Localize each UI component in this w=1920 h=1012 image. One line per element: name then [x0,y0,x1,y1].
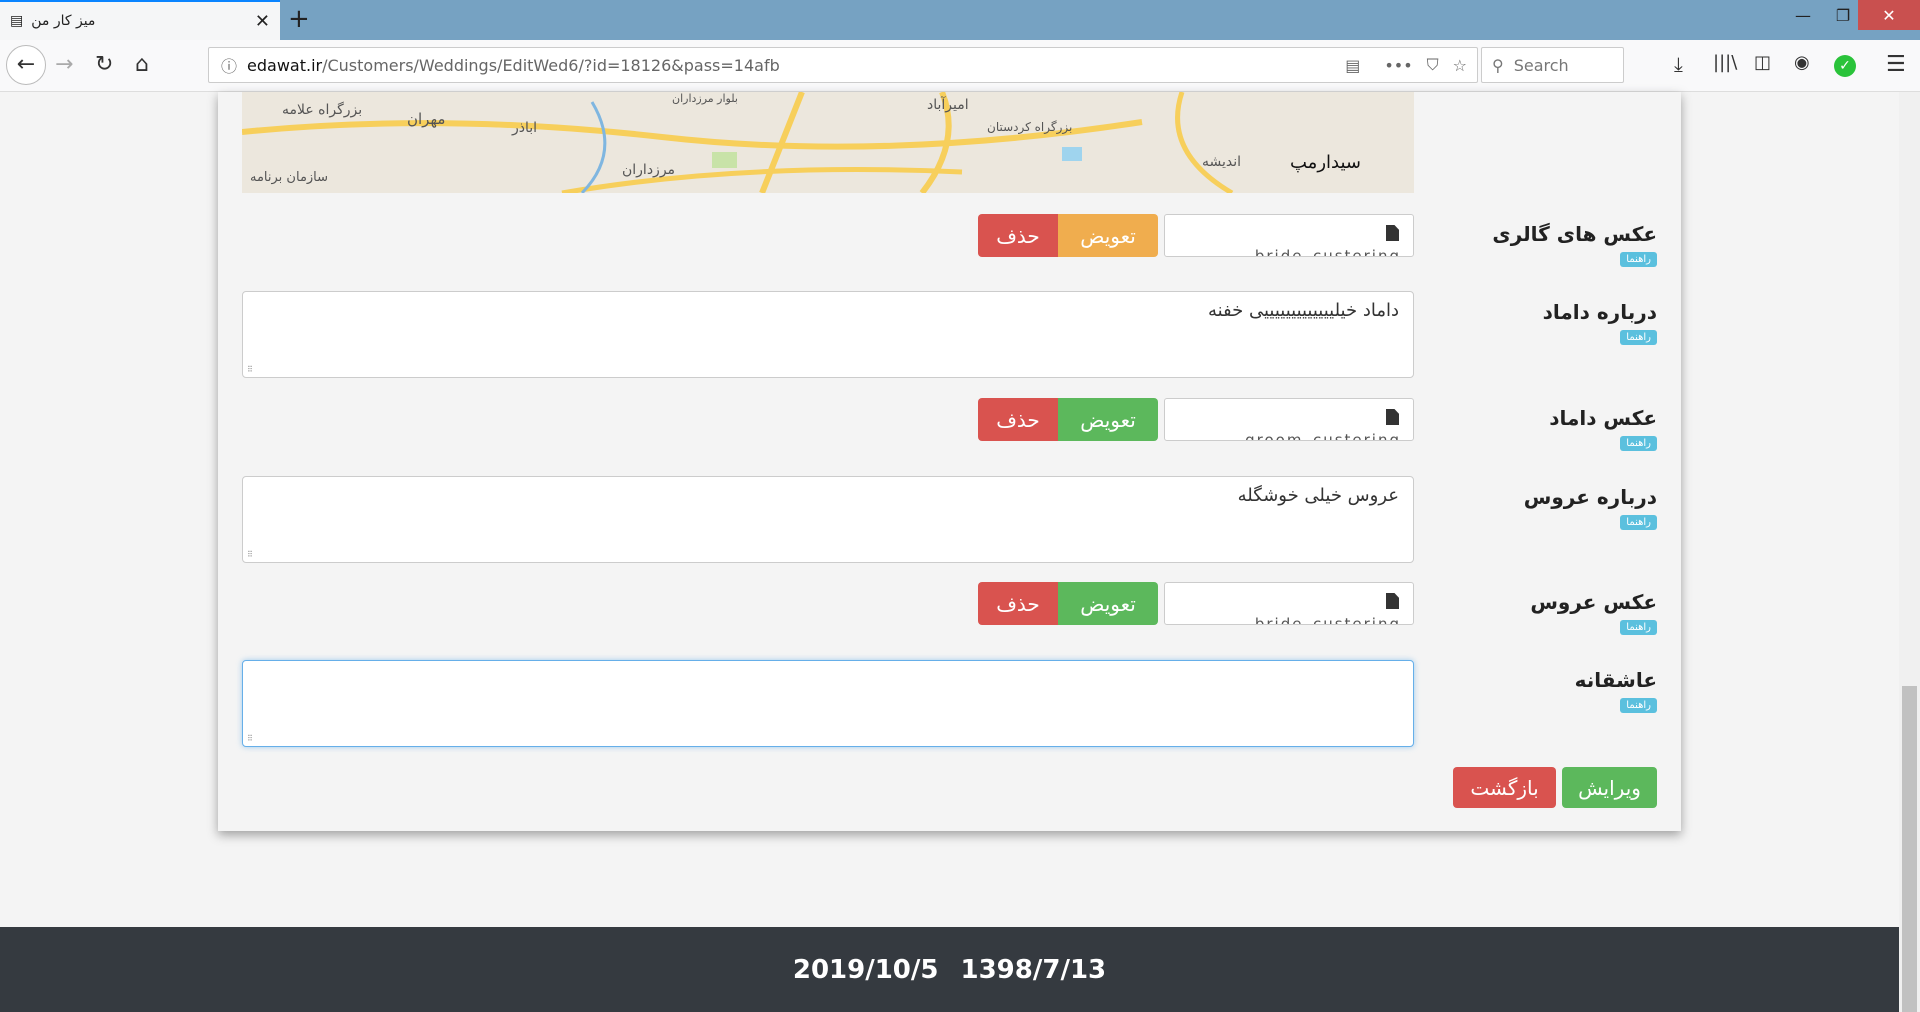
nav-toolbar: ← → ↻ ⌂ ⓘ edawat.ir/Customers/Weddings/E… [0,40,1920,92]
file-icon [1386,225,1399,241]
map-label: بلوار مرزداران [672,92,738,105]
url-path: /Customers/Weddings/EditWed6/?id=18126&p… [322,55,780,75]
account-icon[interactable]: ◉ [1794,52,1810,73]
about-bride-help-badge[interactable]: راهنما [1620,515,1657,530]
bride-photo-label: عکس عروس [1530,590,1657,614]
romance-help-badge[interactable]: راهنما [1620,698,1657,713]
bride-photo-help-badge[interactable]: راهنما [1620,620,1657,635]
map-label: مرزداران [622,162,676,178]
forward-icon[interactable]: → [55,52,73,77]
about-groom-help-badge[interactable]: راهنما [1620,330,1657,345]
url-bar[interactable]: ⓘ edawat.ir/Customers/Weddings/EditWed6/… [208,47,1478,83]
groom-photo-delete-button[interactable]: حذف [978,398,1058,441]
map-label: اندیشه [1202,154,1242,170]
jalali-date: 1398/7/13 [960,954,1107,985]
about-bride-textarea[interactable]: عروس خیلی خوشگله ⠿ [242,476,1414,563]
gallery-label: عکس های گالری [1492,222,1657,246]
file-icon [1386,593,1399,609]
gallery-delete-button[interactable]: حذف [978,214,1058,257]
resize-grip-icon[interactable]: ⠿ [247,365,253,374]
bride-photo-file-input[interactable]: bride_custering [1164,582,1414,625]
file-name: bride_custering [1254,615,1401,625]
gallery-help-badge[interactable]: راهنما [1620,252,1657,267]
gregorian-date: 2019/10/5 [792,954,939,985]
url-host: edawat.ir [247,55,323,75]
close-tab-icon[interactable]: ✕ [255,11,270,32]
close-window-button[interactable]: ✕ [1858,0,1920,30]
info-icon[interactable]: ⓘ [221,53,237,77]
resize-grip-icon[interactable]: ⠿ [247,550,253,559]
map-label: مهران [407,110,446,128]
location-map[interactable]: بزرگراه علامه مهران اباذر مرزداران امیرآ… [242,92,1414,193]
more-actions-icon[interactable]: ••• [1384,56,1412,75]
map-label: بزرگراه علامه [282,102,363,118]
bookmark-star-icon[interactable]: ☆ [1453,56,1467,75]
new-tab-button[interactable]: + [288,4,310,34]
file-icon [1386,409,1399,425]
bride-photo-delete-button[interactable]: حذف [978,582,1058,625]
bride-photo-replace-button[interactable]: تعویض [1058,582,1158,625]
reload-icon[interactable]: ↻ [95,52,113,77]
resize-grip-icon[interactable]: ⠿ [247,734,253,743]
back-icon[interactable]: ← [6,45,46,85]
tab-title: میز کار من [31,13,96,29]
romance-textarea[interactable]: ⠿ [242,660,1414,747]
search-icon: ⚲ [1492,55,1504,75]
footer: 2019/10/5 1398/7/13 [0,927,1899,1012]
back-button[interactable]: بازگشت [1453,767,1556,808]
map-logo-text: سیدارمپ [1290,152,1361,173]
map-label: اباذر [512,120,538,136]
favicon-icon: ▤ [10,13,24,29]
pocket-icon[interactable]: ⛉ [1427,55,1439,75]
file-name: groom_custering [1245,431,1401,441]
library-icon[interactable]: |||\ [1713,52,1737,73]
groom-photo-file-input[interactable]: groom_custering [1164,398,1414,441]
menu-icon[interactable]: ☰ [1886,52,1906,77]
file-name: bride_custering [1254,247,1401,257]
groom-photo-replace-button[interactable]: تعویض [1058,398,1158,441]
downloads-icon[interactable]: ⤓ [1674,52,1683,76]
search-placeholder: Search [1513,55,1569,75]
map-label: سازمان برنامه [250,170,329,185]
map-roads [242,92,1234,193]
map-label: بزرگراه کردستان [987,120,1073,134]
about-bride-label: درباره عروس [1523,485,1657,509]
about-bride-value: عروس خیلی خوشگله [1237,485,1399,506]
groom-photo-help-badge[interactable]: راهنما [1620,436,1657,451]
gallery-replace-button[interactable]: تعویض [1058,214,1158,257]
edit-button[interactable]: ویرایش [1562,767,1657,808]
about-groom-textarea[interactable]: داماد خیلیییییییییییییی خفنه ⠿ [242,291,1414,378]
reader-view-icon[interactable]: ▤ [1345,56,1360,75]
tab-strip: ▤ میز کار من ✕ + — ❐ ✕ [0,0,1920,40]
browser-tab[interactable]: ▤ میز کار من ✕ [0,0,280,40]
extension-check-icon[interactable]: ✓ [1834,55,1856,77]
about-groom-value: داماد خیلیییییییییییییی خفنه [1207,300,1399,321]
groom-photo-label: عکس داماد [1549,406,1657,430]
about-groom-label: درباره داماد [1542,300,1657,324]
sidebar-icon[interactable]: ◫ [1754,52,1771,73]
scrollbar-thumb[interactable] [1902,686,1917,1012]
search-box[interactable]: ⚲ Search [1481,47,1624,83]
map-label: امیرآباد [927,97,969,113]
gallery-file-input[interactable]: bride_custering [1164,214,1414,257]
home-icon[interactable]: ⌂ [135,52,149,77]
romance-label: عاشقانه [1574,668,1657,692]
